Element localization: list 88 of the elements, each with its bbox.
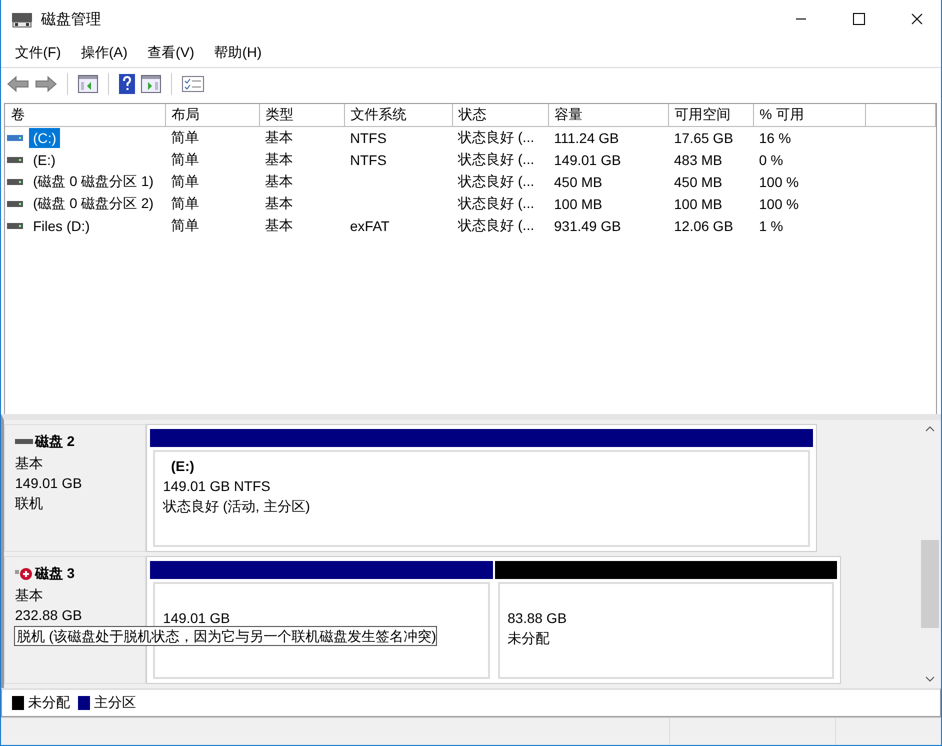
table-cell: 基本 bbox=[265, 128, 293, 144]
help-icon[interactable] bbox=[119, 74, 135, 94]
partition-info: 未分配 bbox=[508, 629, 550, 648]
menu-item[interactable]: 帮助(H) bbox=[206, 42, 270, 64]
table-cell: 基本 bbox=[265, 216, 293, 232]
disk-info-panel[interactable]: 磁盘 2 基本 149.01 GB 联机 bbox=[4, 424, 146, 552]
partition-info: 状态良好 (活动, 主分区) bbox=[163, 497, 311, 516]
disk-name: 磁盘 3 bbox=[35, 565, 75, 583]
table-cell: 16 % bbox=[759, 130, 791, 146]
table-cell: 1 % bbox=[759, 218, 784, 234]
drive-icon bbox=[7, 134, 23, 140]
column-header[interactable]: 文件系统 bbox=[344, 104, 452, 126]
partition-block[interactable]: (E:) 149.01 GB NTFS 状态良好 (活动, 主分区) bbox=[153, 450, 810, 547]
panel-right-icon[interactable] bbox=[141, 74, 161, 92]
table-cell: 100 % bbox=[759, 196, 799, 212]
partition-block[interactable]: 83.88 GB 未分配 bbox=[498, 582, 834, 679]
disk-size: 232.88 GB bbox=[15, 606, 83, 625]
column-header[interactable]: 状态 bbox=[452, 104, 548, 126]
table-cell: 483 MB bbox=[674, 152, 722, 168]
volume-name[interactable]: (磁盘 0 磁盘分区 1) bbox=[29, 170, 158, 192]
disk-name: 磁盘 2 bbox=[35, 433, 75, 451]
drive-icon bbox=[7, 178, 23, 184]
disk-type: 基本 bbox=[15, 454, 44, 473]
table-cell: 基本 bbox=[265, 150, 293, 166]
table-cell: 简单 bbox=[171, 150, 199, 166]
column-header[interactable]: 布局 bbox=[165, 104, 259, 126]
partition-info: 149.01 GB bbox=[163, 609, 231, 628]
disk-type: 基本 bbox=[15, 586, 44, 605]
volume-name[interactable]: Files (D:) bbox=[29, 216, 94, 236]
table-cell: 基本 bbox=[265, 172, 293, 188]
table-cell: 状态良好 (... bbox=[458, 194, 534, 210]
checklist-icon[interactable] bbox=[182, 76, 204, 92]
table-cell: 149.01 GB bbox=[554, 152, 621, 168]
disk-status: 联机 bbox=[15, 494, 44, 513]
drive-icon bbox=[7, 156, 23, 162]
table-cell: 450 MB bbox=[674, 174, 722, 190]
close-icon[interactable] bbox=[911, 13, 923, 25]
scroll-up-icon[interactable] bbox=[925, 426, 935, 432]
column-header[interactable]: 容量 bbox=[548, 104, 668, 126]
partition-info: 83.88 GB bbox=[508, 609, 568, 628]
table-cell: 0 % bbox=[759, 152, 784, 168]
table-cell: 17.65 GB bbox=[674, 130, 734, 146]
table-cell: 12.06 GB bbox=[674, 218, 734, 234]
scroll-down-icon[interactable] bbox=[925, 676, 935, 682]
partition-info: 149.01 GB NTFS bbox=[163, 477, 272, 496]
drive-icon bbox=[7, 200, 23, 206]
panel-left-icon[interactable] bbox=[78, 74, 98, 92]
disk-size: 149.01 GB bbox=[15, 474, 83, 493]
legend-label: 主分区 bbox=[94, 694, 136, 712]
table-cell: 状态良好 (... bbox=[458, 216, 534, 232]
table-cell: NTFS bbox=[350, 130, 387, 146]
scrollbar[interactable] bbox=[919, 420, 941, 688]
back-arrow-icon[interactable] bbox=[7, 76, 29, 92]
table-cell: 状态良好 (... bbox=[458, 150, 534, 166]
table-cell: 简单 bbox=[171, 128, 199, 144]
table-cell: 100 MB bbox=[554, 196, 602, 212]
table-cell: 111.24 GB bbox=[554, 130, 619, 146]
volume-name[interactable]: (C:) bbox=[29, 128, 60, 148]
volume-name[interactable]: (磁盘 0 磁盘分区 2) bbox=[29, 192, 158, 214]
forward-arrow-icon[interactable] bbox=[35, 76, 57, 92]
column-header[interactable]: 卷 bbox=[5, 104, 165, 126]
table-cell: 简单 bbox=[171, 194, 199, 210]
table-cell: 100 MB bbox=[674, 196, 722, 212]
menu-item[interactable]: 文件(F) bbox=[7, 42, 69, 64]
maximize-icon[interactable] bbox=[853, 13, 865, 25]
table-cell: 100 % bbox=[759, 174, 799, 190]
disk-status-tooltip: 脱机 (该磁盘处于脱机状态，因为它与另一个联机磁盘发生签名冲突) bbox=[14, 626, 438, 646]
table-cell: 450 MB bbox=[554, 174, 602, 190]
drive-icon bbox=[7, 222, 23, 228]
partition-label: (E:) bbox=[170, 457, 196, 476]
volume-name[interactable]: (E:) bbox=[29, 150, 60, 170]
menu-item[interactable]: 查看(V) bbox=[140, 42, 202, 64]
column-header[interactable]: 类型 bbox=[259, 104, 344, 126]
table-cell: exFAT bbox=[350, 218, 390, 234]
table-cell: 简单 bbox=[171, 216, 199, 232]
table-cell: 简单 bbox=[171, 172, 199, 188]
column-header[interactable]: % 可用 bbox=[753, 104, 865, 126]
menu-item[interactable]: 操作(A) bbox=[72, 42, 136, 64]
offline-disk-icon bbox=[15, 567, 33, 581]
table-cell: 931.49 GB bbox=[554, 218, 621, 234]
column-header[interactable]: 可用空间 bbox=[668, 104, 753, 126]
window-title: 磁盘管理 bbox=[41, 10, 101, 28]
disk-drive-icon bbox=[11, 10, 33, 28]
table-cell: 状态良好 (... bbox=[458, 172, 534, 188]
table-cell: 基本 bbox=[265, 194, 293, 210]
table-cell: 状态良好 (... bbox=[458, 128, 534, 144]
legend-label: 未分配 bbox=[28, 694, 70, 712]
table-cell: NTFS bbox=[350, 152, 387, 168]
